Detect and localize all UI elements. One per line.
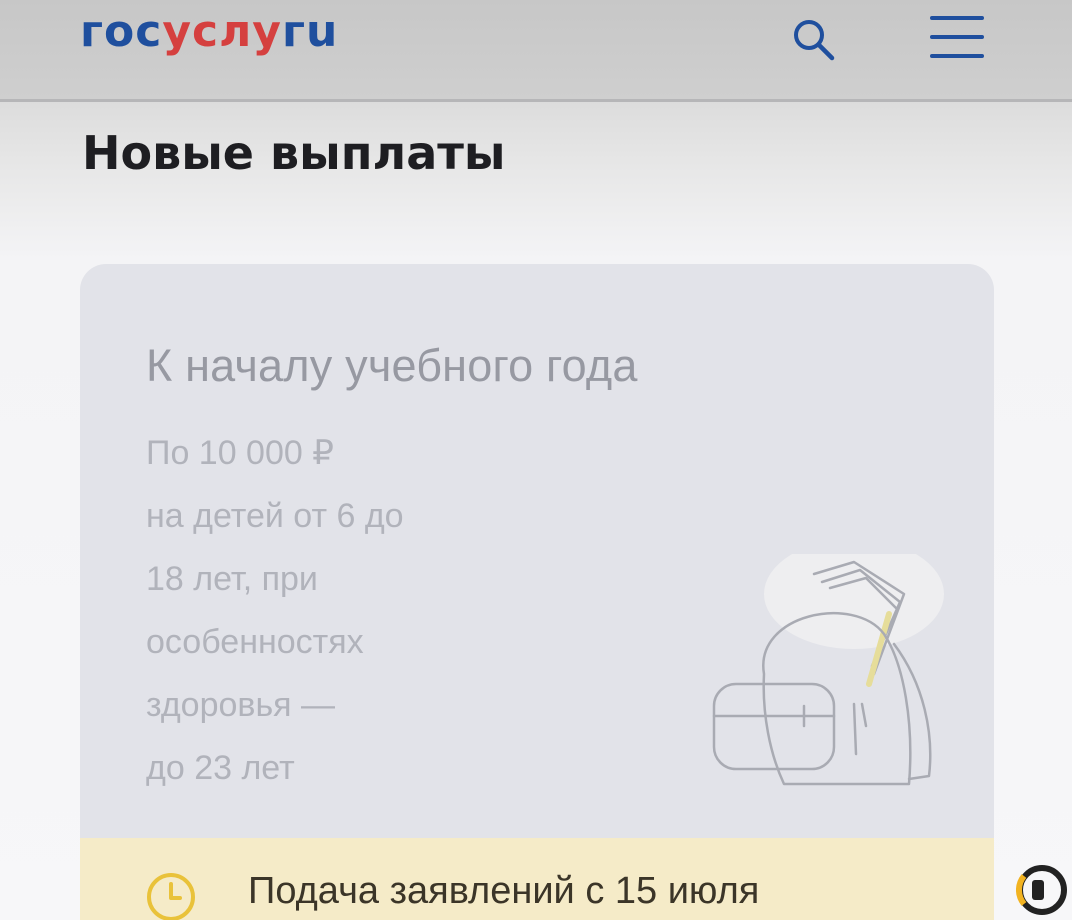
logo-part-red: услу bbox=[162, 6, 282, 57]
page-title: Новые выплаты bbox=[82, 126, 506, 180]
backpack-icon bbox=[712, 554, 944, 786]
channel-logo-icon bbox=[1016, 865, 1067, 915]
clock-icon bbox=[147, 873, 195, 920]
description-line: 18 лет, при bbox=[146, 560, 318, 598]
logo-part-blue: гос bbox=[80, 6, 163, 57]
search-icon[interactable] bbox=[788, 14, 838, 64]
description-line: до 23 лет bbox=[146, 749, 295, 787]
logo-part-blue-end: гu bbox=[281, 6, 339, 57]
payment-card[interactable]: К началу учебного года По 10 000 ₽ на де… bbox=[80, 264, 994, 920]
card-title: К началу учебного года bbox=[146, 340, 638, 391]
description-line: особенностях bbox=[146, 623, 364, 661]
notice-text: Подача заявлений с 15 июля bbox=[248, 870, 760, 912]
card-description: По 10 000 ₽ на детей от 6 до 18 лет, при… bbox=[146, 422, 486, 800]
top-header: госуслугu bbox=[0, 0, 1072, 102]
description-line: на детей от 6 до bbox=[146, 497, 404, 535]
description-line: По 10 000 ₽ bbox=[146, 434, 334, 472]
gosuslugi-logo[interactable]: госуслугu bbox=[80, 4, 338, 60]
description-line: здоровья — bbox=[146, 686, 336, 724]
deadline-notice: Подача заявлений с 15 июля bbox=[80, 838, 994, 920]
hamburger-menu-icon[interactable] bbox=[926, 12, 988, 62]
